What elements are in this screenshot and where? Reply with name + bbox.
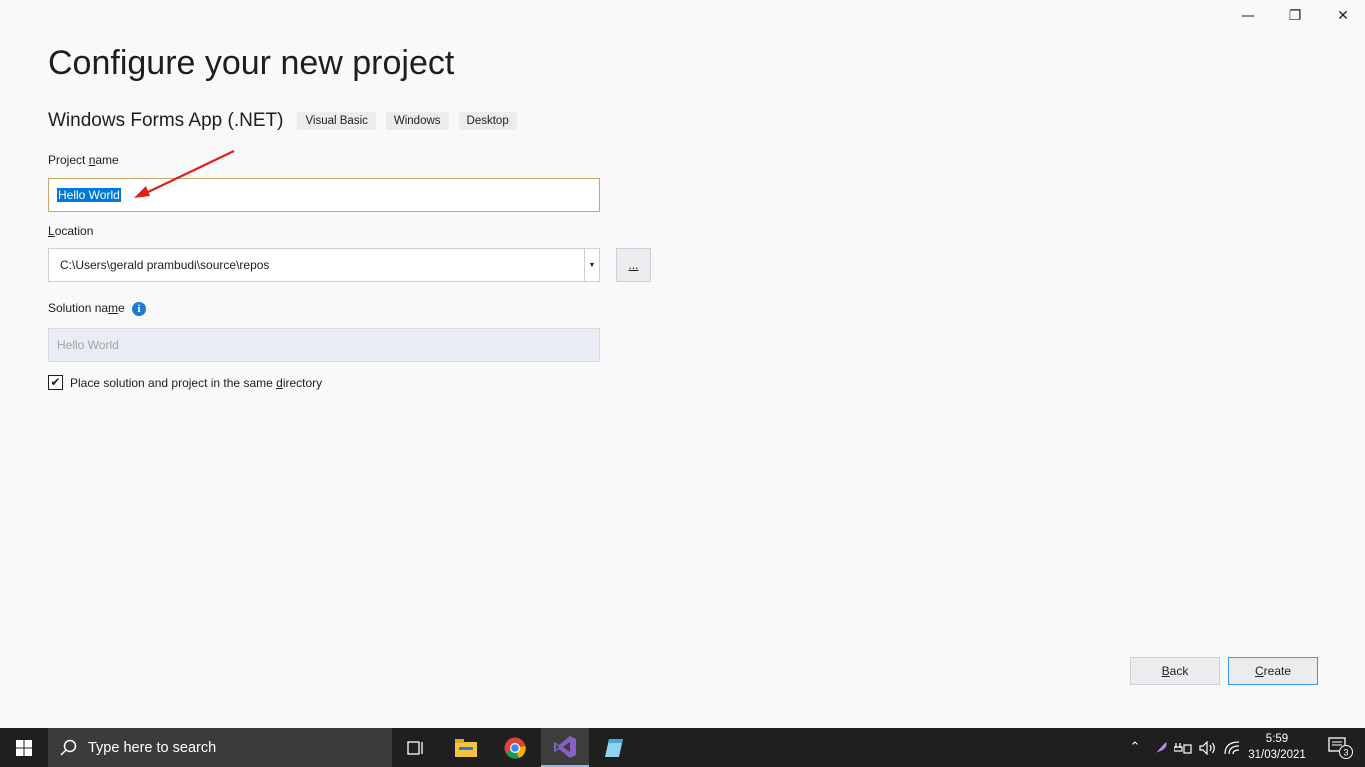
show-hidden-icons-button[interactable]: ⌃ <box>1126 728 1144 767</box>
chrome-icon <box>504 737 526 759</box>
project-name-label: Project name <box>48 153 119 167</box>
create-button[interactable]: Create <box>1228 657 1318 685</box>
dropdown-arrow-icon[interactable]: ▼ <box>584 249 599 281</box>
clock-date: 31/03/2021 <box>1248 749 1306 761</box>
minimize-icon: — <box>1241 8 1255 24</box>
same-directory-label[interactable]: Place solution and project in the same d… <box>70 376 322 390</box>
search-placeholder: Type here to search <box>88 739 217 756</box>
network-signal-icon <box>1224 740 1240 754</box>
tag-platform: Windows <box>385 112 449 130</box>
visual-studio-icon <box>554 735 576 758</box>
template-row: Windows Forms App (.NET) Visual Basic Wi… <box>48 110 527 132</box>
close-icon: ✕ <box>1337 8 1349 24</box>
search-icon <box>60 739 77 756</box>
clock-time: 5:59 <box>1265 733 1289 745</box>
volume-tray-button[interactable] <box>1197 728 1219 767</box>
notepad-app-button[interactable] <box>590 728 638 767</box>
solution-name-label: Solution name <box>48 301 125 315</box>
template-name: Windows Forms App (.NET) <box>48 110 284 131</box>
feather-tray-button[interactable] <box>1150 728 1170 767</box>
chevron-up-icon: ⌃ <box>1129 740 1141 755</box>
location-label: Location <box>48 224 94 238</box>
windows-logo-icon <box>16 739 32 756</box>
page-title: Configure your new project <box>48 44 455 82</box>
chrome-button[interactable] <box>491 728 539 767</box>
visual-studio-button[interactable] <box>541 728 589 767</box>
feather-icon <box>1154 741 1167 755</box>
solution-name-input: Hello World <box>48 328 600 362</box>
notification-count: 3 <box>1343 747 1348 757</box>
notepad-icon <box>605 738 623 757</box>
power-plug-icon <box>1174 742 1192 754</box>
location-combobox[interactable]: C:\Users\gerald prambudi\source\repos ▼ <box>48 248 600 282</box>
tag-language: Visual Basic <box>297 112 376 130</box>
taskbar: Type here to search ⌃ 5:59 31/03/2021 3 <box>0 728 1365 767</box>
notification-icon: 3 <box>1328 736 1353 759</box>
location-value: C:\Users\gerald prambudi\source\repos <box>60 258 270 272</box>
action-center-button[interactable]: 3 <box>1320 728 1360 767</box>
minimize-button[interactable]: — <box>1224 0 1272 32</box>
restore-button[interactable]: ❐ <box>1271 0 1319 32</box>
close-button[interactable]: ✕ <box>1319 0 1365 32</box>
speaker-icon <box>1199 740 1215 755</box>
solution-name-value: Hello World <box>57 338 119 352</box>
tag-project-type: Desktop <box>458 112 517 130</box>
back-button[interactable]: Back <box>1130 657 1220 685</box>
taskbar-search-box[interactable]: Type here to search <box>48 728 392 767</box>
project-name-input[interactable]: Hello World <box>48 178 600 212</box>
task-view-icon <box>407 740 423 755</box>
start-button[interactable] <box>0 728 48 767</box>
power-tray-button[interactable] <box>1172 728 1194 767</box>
network-tray-button[interactable] <box>1222 728 1242 767</box>
project-name-value: Hello World <box>57 188 121 202</box>
info-icon[interactable]: i <box>132 302 146 316</box>
taskbar-clock[interactable]: 5:59 31/03/2021 <box>1244 731 1310 763</box>
task-view-button[interactable] <box>392 728 440 767</box>
same-directory-checkbox[interactable]: ✔ <box>48 375 63 390</box>
file-explorer-icon <box>455 738 477 757</box>
browse-button[interactable]: ... <box>616 248 651 282</box>
restore-icon: ❐ <box>1288 8 1302 24</box>
file-explorer-button[interactable] <box>442 728 490 767</box>
